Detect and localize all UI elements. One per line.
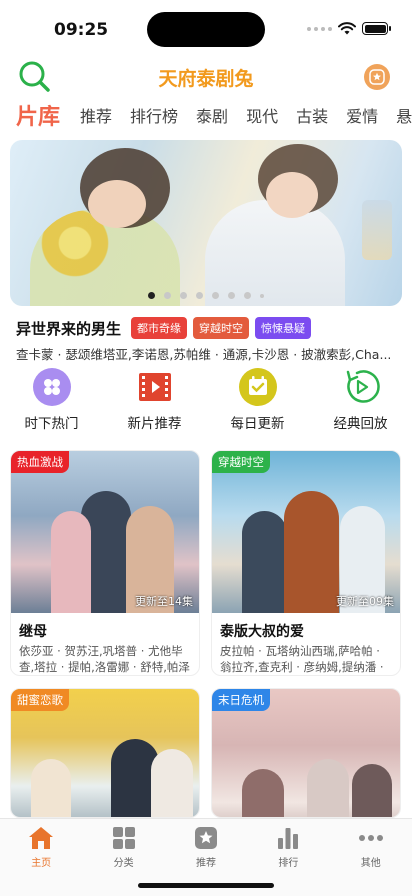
banner-figure-right xyxy=(205,200,345,306)
tab-costume[interactable]: 古装 xyxy=(296,103,328,127)
nav-label: 排行 xyxy=(278,858,299,869)
replay-icon xyxy=(342,368,380,406)
nav-recommend[interactable]: 推荐 xyxy=(176,825,236,869)
banner-figure-right-face xyxy=(266,172,318,218)
pager-dot[interactable] xyxy=(196,292,203,299)
drama-poster: 甜蜜恋歌 xyxy=(11,689,199,817)
quick-menu: 时下热门 新片推荐 每日更新 经典回放 xyxy=(0,368,412,432)
nav-label: 其他 xyxy=(360,858,381,869)
nav-more[interactable]: 其他 xyxy=(341,825,401,869)
drama-card[interactable]: 热血激战 更新至14集 继母 依莎亚 · 贺苏汪,巩塔普 · 尤他毕查,塔拉 ·… xyxy=(10,450,200,676)
drama-poster: 末日危机 xyxy=(212,689,400,817)
favorite-button[interactable] xyxy=(364,64,390,90)
tab-recommend[interactable]: 推荐 xyxy=(80,103,112,127)
pager-dot[interactable] xyxy=(164,292,171,299)
home-indicator[interactable] xyxy=(138,883,274,888)
poster-figure xyxy=(242,769,284,817)
app-title: 天府泰剧兔 xyxy=(158,68,254,90)
episode-update: 更新至14集 xyxy=(135,595,193,608)
nav-home[interactable]: 主页 xyxy=(11,825,71,869)
tab-library[interactable]: 片库 xyxy=(16,99,60,131)
nav-label: 分类 xyxy=(113,858,134,869)
drama-cast: 皮拉帕 · 瓦塔纳汕西瑞,萨哈帕 · 翁拉齐,查克利 · 彦纳姆,提纳潘 · 挡… xyxy=(220,644,384,674)
poster-figure xyxy=(242,511,287,613)
nav-label: 主页 xyxy=(31,858,52,869)
battery-icon xyxy=(362,22,391,35)
drama-card[interactable]: 甜蜜恋歌 xyxy=(10,688,200,818)
tab-romance[interactable]: 爱情 xyxy=(346,103,378,127)
banner-hourglass xyxy=(362,200,392,260)
pager-dot[interactable] xyxy=(228,292,235,299)
featured-info[interactable]: 异世界来的男生 都市奇缘 穿越时空 惊悚悬疑 xyxy=(16,316,400,340)
star-icon xyxy=(193,825,219,851)
grid-icon xyxy=(111,825,137,851)
quick-item-label: 时下热门 xyxy=(24,416,79,432)
dynamic-island xyxy=(147,12,265,47)
poster-figure xyxy=(151,749,193,817)
tab-modern[interactable]: 现代 xyxy=(246,103,278,127)
nav-ranking[interactable]: 排行 xyxy=(258,825,318,869)
more-icon xyxy=(358,825,384,851)
banner-figure-left-face xyxy=(88,180,146,228)
pager-dot[interactable] xyxy=(212,292,219,299)
calendar-check-icon xyxy=(238,368,277,406)
status-bar: 09:25 xyxy=(0,0,412,56)
genre-badge: 热血激战 xyxy=(11,451,69,473)
quick-item-new-films[interactable]: 新片推荐 xyxy=(110,368,200,432)
quick-item-label: 每日更新 xyxy=(230,416,285,432)
bottom-navigation: 主页 分类 推荐 排行 其他 xyxy=(0,818,412,896)
nav-label: 推荐 xyxy=(195,858,216,869)
flower-icon xyxy=(32,368,71,406)
status-time: 09:25 xyxy=(54,20,109,40)
signal-icon xyxy=(307,26,332,31)
wifi-icon xyxy=(338,22,356,35)
quick-item-label: 经典回放 xyxy=(333,416,388,432)
quick-item-label: 新片推荐 xyxy=(127,416,182,432)
drama-title: 泰版大叔的爱 xyxy=(220,624,304,640)
drama-card[interactable]: 末日危机 xyxy=(211,688,401,818)
pager-dot[interactable] xyxy=(180,292,187,299)
genre-badge: 穿越时空 xyxy=(212,451,270,473)
drama-card[interactable]: 穿越时空 更新至09集 泰版大叔的爱 皮拉帕 · 瓦塔纳汕西瑞,萨哈帕 · 翁拉… xyxy=(211,450,401,676)
pager-dot[interactable] xyxy=(260,293,264,298)
tab-thai-drama[interactable]: 泰剧 xyxy=(196,103,228,127)
nav-category[interactable]: 分类 xyxy=(94,825,154,869)
genre-badge: 末日危机 xyxy=(212,689,270,711)
poster-figure xyxy=(31,759,71,817)
genre-tag[interactable]: 都市奇缘 xyxy=(131,317,188,339)
tab-mystery[interactable]: 悬疑 xyxy=(396,103,412,127)
app-header: 天府泰剧兔 xyxy=(0,56,412,96)
poster-figure xyxy=(307,759,349,817)
genre-tag[interactable]: 穿越时空 xyxy=(193,317,250,339)
pager-dot[interactable] xyxy=(148,292,155,299)
featured-title[interactable]: 异世界来的男生 xyxy=(16,318,121,339)
poster-figure xyxy=(284,491,339,613)
poster-figure xyxy=(352,764,392,817)
quick-item-daily-update[interactable]: 每日更新 xyxy=(213,368,303,432)
episode-update: 更新至09集 xyxy=(336,595,394,608)
drama-title: 继母 xyxy=(19,624,47,640)
banner-pager[interactable] xyxy=(0,292,412,299)
genre-tag[interactable]: 惊悚悬疑 xyxy=(255,317,312,339)
drama-cast: 依莎亚 · 贺苏汪,巩塔普 · 尤他毕查,塔拉 · 提帕,洛雷娜 · 舒特,帕泽… xyxy=(19,644,190,674)
drama-poster: 热血激战 更新至14集 xyxy=(11,451,199,613)
pager-dot[interactable] xyxy=(244,292,251,299)
poster-figure xyxy=(51,511,91,613)
quick-item-classic-replay[interactable]: 经典回放 xyxy=(316,368,406,432)
home-icon xyxy=(28,825,54,851)
quick-item-trending[interactable]: 时下热门 xyxy=(7,368,97,432)
star-badge-icon xyxy=(369,69,385,85)
film-icon xyxy=(136,368,174,406)
genre-badge: 甜蜜恋歌 xyxy=(11,689,69,711)
featured-cast: 查卡蒙 · 瑟颂维塔亚,李诺恩,苏帕维 · 通源,卡沙恩 · 披澈索彭,Cha.… xyxy=(16,347,392,362)
hero-banner[interactable] xyxy=(10,140,402,306)
status-icons xyxy=(307,22,391,35)
category-tabs: 片库 推荐 排行榜 泰剧 现代 古装 爱情 悬疑 xyxy=(0,98,412,132)
drama-poster: 穿越时空 更新至09集 xyxy=(212,451,400,613)
bar-chart-icon xyxy=(275,825,301,851)
tab-ranking[interactable]: 排行榜 xyxy=(130,103,178,127)
